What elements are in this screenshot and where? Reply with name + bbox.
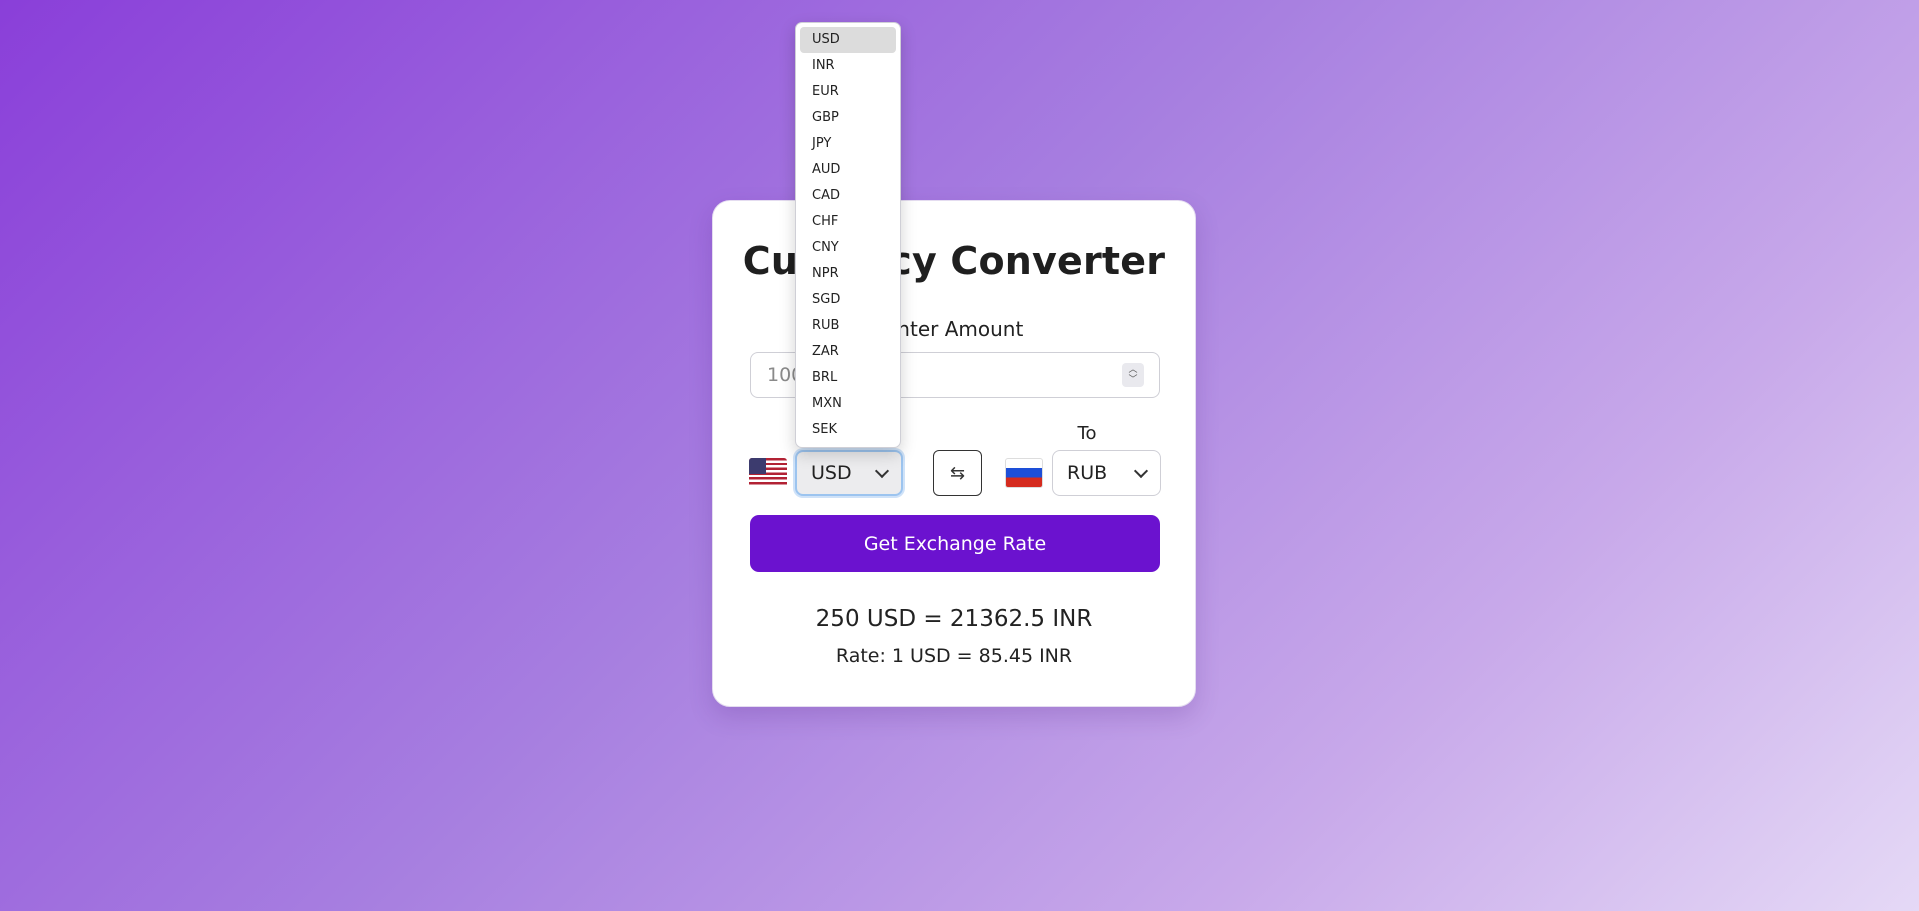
dropdown-option-sek[interactable]: SEK: [800, 417, 896, 443]
stepper-up-icon[interactable]: ︿: [1128, 365, 1137, 375]
swap-icon: ⇆: [949, 462, 966, 484]
ru-flag-icon: [1005, 458, 1043, 488]
dropdown-option-inr[interactable]: INR: [800, 53, 896, 79]
converter-card: Currency Converter Enter Amount ︿ ﹀ USD …: [712, 200, 1196, 707]
dropdown-option-npr[interactable]: NPR: [800, 261, 896, 287]
dropdown-option-sgd[interactable]: SGD: [800, 287, 896, 313]
to-currency-select[interactable]: RUB: [1052, 450, 1161, 496]
dropdown-option-brl[interactable]: BRL: [800, 365, 896, 391]
from-currency-select[interactable]: USD: [795, 450, 903, 496]
us-flag-icon: [749, 458, 787, 488]
rate-result: Rate: 1 USD = 85.45 INR: [835, 645, 1073, 667]
dropdown-option-eur[interactable]: EUR: [800, 79, 896, 105]
from-flag: [746, 451, 790, 495]
page-title: Currency Converter: [742, 239, 1166, 283]
get-exchange-rate-button[interactable]: Get Exchange Rate: [750, 515, 1160, 572]
dropdown-option-mxn[interactable]: MXN: [800, 391, 896, 417]
conversion-result: 250 USD = 21362.5 INR: [815, 606, 1093, 632]
to-flag: [1002, 451, 1046, 495]
dropdown-option-aud[interactable]: AUD: [800, 157, 896, 183]
dropdown-option-chf[interactable]: CHF: [800, 209, 896, 235]
amount-stepper[interactable]: ︿ ﹀: [1122, 363, 1144, 387]
dropdown-option-jpy[interactable]: JPY: [800, 131, 896, 157]
chevron-down-icon: [1133, 463, 1149, 479]
amount-label: Enter Amount: [884, 317, 1024, 341]
dropdown-option-rub[interactable]: RUB: [800, 313, 896, 339]
dropdown-option-cad[interactable]: CAD: [800, 183, 896, 209]
dropdown-option-cny[interactable]: CNY: [800, 235, 896, 261]
chevron-down-icon: [874, 463, 890, 479]
dropdown-option-usd[interactable]: USD: [800, 27, 896, 53]
stepper-down-icon[interactable]: ﹀: [1128, 375, 1137, 385]
from-currency-value: USD: [811, 462, 852, 484]
dropdown-option-zar[interactable]: ZAR: [800, 339, 896, 365]
from-currency-dropdown[interactable]: USD INR EUR GBP JPY AUD CAD CHF CNY NPR …: [795, 22, 901, 448]
dropdown-option-gbp[interactable]: GBP: [800, 105, 896, 131]
swap-button[interactable]: ⇆: [933, 450, 982, 496]
to-label: To: [1077, 423, 1097, 444]
to-currency-value: RUB: [1067, 462, 1108, 484]
